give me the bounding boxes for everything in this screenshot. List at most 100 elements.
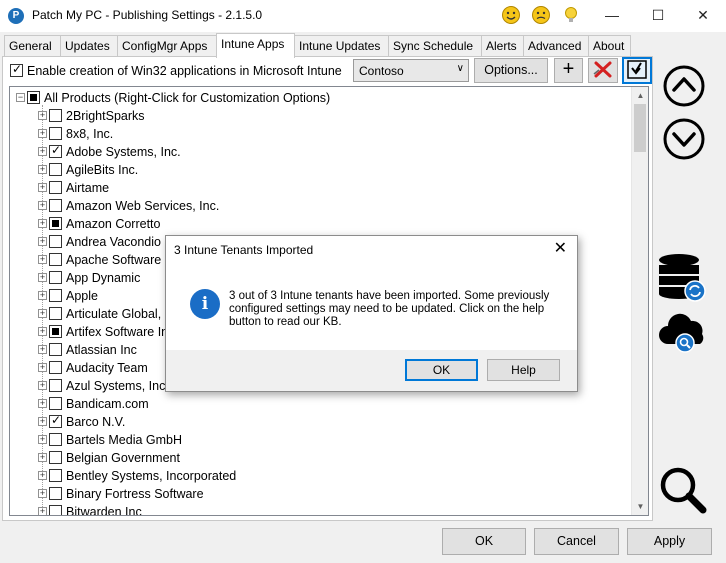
node-checkbox[interactable] [49,181,62,195]
node-checkbox[interactable] [49,271,62,285]
tab-general[interactable]: General [4,35,61,57]
node-checkbox[interactable] [49,433,62,447]
node-checkbox[interactable] [49,487,62,501]
expand-icon[interactable]: + [38,363,47,373]
tree-node[interactable]: + Belgian Government [38,450,180,468]
tree-node[interactable]: + Azul Systems, Inc. [38,378,169,396]
node-checkbox[interactable] [49,451,62,465]
node-checkbox[interactable] [49,143,62,159]
tab-updates[interactable]: Updates [60,35,118,57]
tree-node[interactable]: + AgileBits Inc. [38,162,138,180]
tree-node[interactable]: + Articulate Global, [38,306,161,324]
node-checkbox[interactable] [49,199,62,213]
expand-icon[interactable]: + [38,291,47,301]
remove-button[interactable] [588,58,618,83]
expand-icon[interactable]: + [38,507,47,515]
tenant-dropdown[interactable]: Contoso ∨ [353,59,469,82]
expand-icon[interactable]: + [38,183,47,193]
scroll-thumb[interactable] [634,104,646,152]
tree-node[interactable]: + Audacity Team [38,360,148,378]
expand-icon[interactable]: + [38,399,47,409]
node-checkbox[interactable] [49,307,62,321]
tree-root-checkbox[interactable] [27,91,40,105]
node-checkbox[interactable] [49,505,62,515]
enable-win32-row[interactable]: Enable creation of Win32 applications in… [10,62,342,78]
smiley-happy-icon[interactable] [501,5,521,25]
expand-icon[interactable]: + [38,273,47,283]
expand-icon[interactable]: + [38,219,47,229]
expand-icon[interactable]: + [38,237,47,247]
tree-node[interactable]: + Bentley Systems, Incorporated [38,468,236,486]
cancel-button[interactable]: Cancel [534,528,619,555]
tree-root[interactable]: − All Products (Right-Click for Customiza… [16,90,330,105]
expand-icon[interactable]: + [38,255,47,265]
tree-node[interactable]: + Andrea Vacondio [38,234,161,252]
tab-intune-apps[interactable]: Intune Apps [216,33,295,58]
node-checkbox[interactable] [49,127,62,141]
node-checkbox[interactable] [49,379,62,393]
lightbulb-icon[interactable] [561,5,581,25]
tree-node[interactable]: + Atlassian Inc [38,342,137,360]
maximize-button[interactable]: ☐ [635,0,681,32]
scroll-down-arrow-icon[interactable]: ▼ [632,498,648,515]
apply-button[interactable]: Apply [627,528,712,555]
expand-icon[interactable]: + [38,453,47,463]
expand-icon[interactable]: + [38,489,47,499]
tree-node[interactable]: + Bartels Media GmbH [38,432,182,450]
tree-node[interactable]: + Barco N.V. [38,413,125,432]
tree-scrollbar[interactable]: ▲ ▼ [631,87,648,515]
scroll-up-arrow-icon[interactable]: ▲ [632,87,648,104]
tab-about[interactable]: About [588,35,631,57]
ok-button[interactable]: OK [442,528,526,555]
tree-node[interactable]: + Apache Software [38,252,161,270]
expand-icon[interactable]: + [38,147,47,157]
tab-sync-schedule[interactable]: Sync Schedule [388,35,482,57]
tree-node[interactable]: + Amazon Corretto [38,216,160,234]
tree-node[interactable]: +2BrightSparks [38,108,145,126]
node-checkbox[interactable] [49,217,62,231]
node-checkbox[interactable] [49,413,62,429]
expand-icon[interactable]: + [38,327,47,337]
tree-node[interactable]: + Binary Fortress Software [38,486,204,504]
expand-icon[interactable]: + [38,471,47,481]
scroll-down-circle-icon[interactable] [662,117,706,161]
tree-node[interactable]: + App Dynamic [38,270,140,288]
expand-icon[interactable]: + [38,111,47,121]
collapse-icon[interactable]: − [16,93,25,103]
node-checkbox[interactable] [49,397,62,411]
expand-icon[interactable]: + [38,435,47,445]
node-checkbox[interactable] [49,289,62,303]
expand-icon[interactable]: + [38,417,47,427]
smiley-neutral-icon[interactable] [531,5,551,25]
node-checkbox[interactable] [49,361,62,375]
tree-node[interactable]: + Bitwarden Inc [38,504,142,515]
import-button[interactable] [622,57,652,84]
options-button[interactable]: Options... [474,58,548,83]
node-checkbox[interactable] [49,163,62,177]
expand-icon[interactable]: + [38,381,47,391]
node-checkbox[interactable] [49,343,62,357]
node-checkbox[interactable] [49,109,62,123]
node-checkbox[interactable] [49,253,62,267]
enable-win32-checkbox[interactable] [10,62,23,78]
add-button[interactable]: + [554,58,583,83]
cloud-search-icon[interactable] [658,310,710,354]
expand-icon[interactable]: + [38,165,47,175]
node-checkbox[interactable] [49,325,62,339]
tree-node[interactable]: +8x8, Inc. [38,126,113,144]
tree-node[interactable]: + Bandicam.com [38,396,149,414]
database-refresh-icon[interactable] [657,253,709,303]
dialog-help-button[interactable]: Help [487,359,560,381]
node-checkbox[interactable] [49,469,62,483]
magnifier-search-icon[interactable] [657,464,709,516]
tree-node[interactable]: + Artifex Software In [38,324,168,342]
tab-configmgr-apps[interactable]: ConfigMgr Apps [117,35,218,57]
scroll-up-circle-icon[interactable] [662,64,706,108]
expand-icon[interactable]: + [38,201,47,211]
node-checkbox[interactable] [49,235,62,249]
dialog-close-icon[interactable]: ✕ [554,238,567,258]
tree-node[interactable]: + Airtame [38,180,109,198]
tab-alerts[interactable]: Alerts [481,35,524,57]
tab-advanced[interactable]: Advanced [523,35,589,57]
close-button[interactable]: ✕ [680,0,726,32]
